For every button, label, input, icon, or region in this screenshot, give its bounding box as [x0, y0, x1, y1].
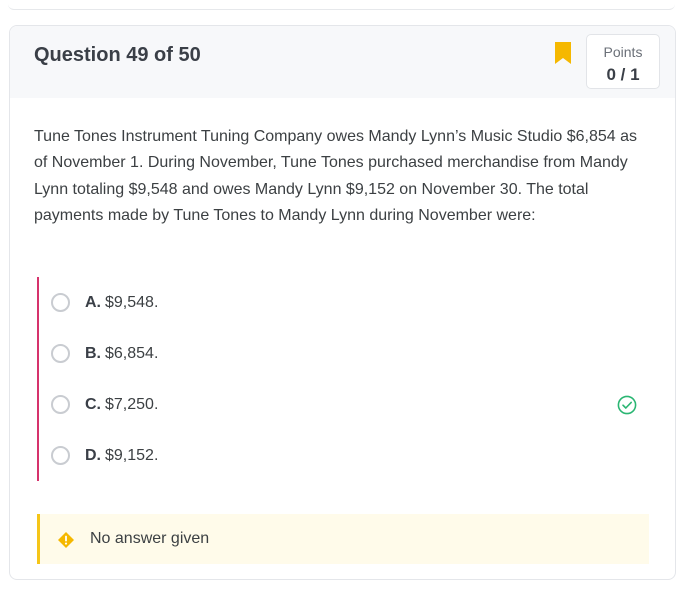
option-text: $6,854.	[105, 344, 159, 362]
radio-button[interactable]	[51, 446, 70, 465]
check-circle-icon	[617, 395, 637, 414]
question-card: Question 49 of 50 Points 0 / 1 Tune Tone…	[9, 25, 676, 580]
points-label: Points	[603, 44, 643, 60]
feedback-text: No answer given	[90, 530, 210, 547]
bookmark-icon[interactable]	[554, 41, 572, 65]
warning-diamond-icon	[58, 532, 74, 548]
points-box: Points 0 / 1	[586, 34, 660, 89]
radio-button[interactable]	[51, 395, 70, 414]
feedback-banner: No answer given	[37, 514, 649, 564]
option-a[interactable]: A. $9,548.	[39, 277, 649, 328]
radio-button[interactable]	[51, 293, 70, 312]
question-header: Question 49 of 50 Points 0 / 1	[10, 26, 675, 98]
question-title: Question 49 of 50	[34, 44, 201, 66]
points-value: 0 / 1	[606, 65, 640, 84]
previous-card-edge	[8, 0, 675, 10]
option-letter: A.	[85, 293, 101, 311]
option-text: $7,250.	[105, 395, 159, 413]
question-text: Tune Tones Instrument Tuning Company owe…	[34, 128, 638, 224]
option-text: $9,152.	[105, 446, 159, 464]
option-d[interactable]: D. $9,152.	[39, 430, 649, 481]
option-letter: D.	[85, 446, 101, 464]
option-b[interactable]: B. $6,854.	[39, 328, 649, 379]
answer-options: A. $9,548. B. $6,854. C. $7,250. D. $9,1…	[37, 277, 649, 481]
option-letter: B.	[85, 344, 101, 362]
option-text: $9,548.	[105, 293, 159, 311]
option-letter: C.	[85, 395, 101, 413]
radio-button[interactable]	[51, 344, 70, 363]
option-c[interactable]: C. $7,250.	[39, 379, 649, 430]
